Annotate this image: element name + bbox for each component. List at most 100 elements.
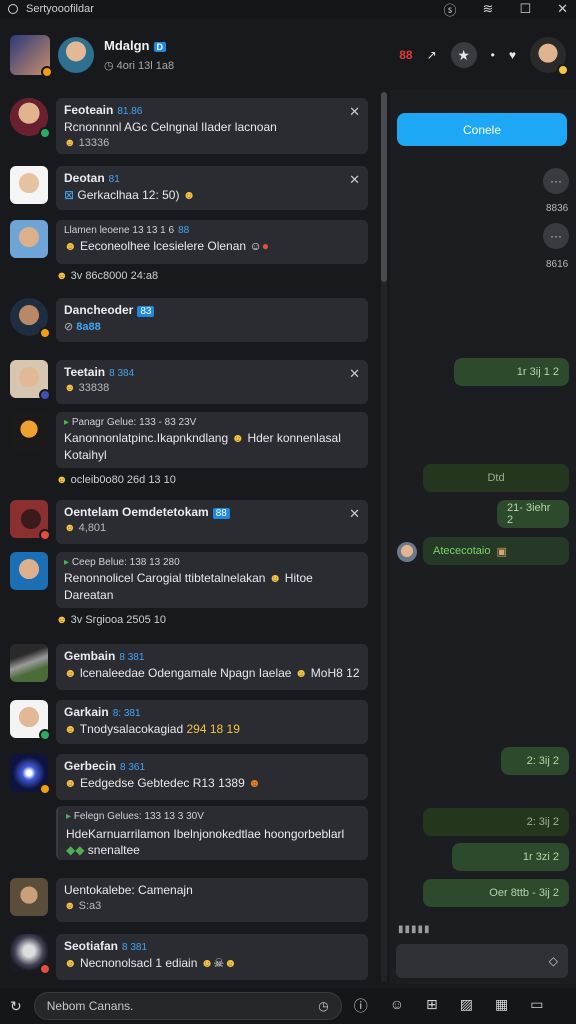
avatar[interactable] (10, 35, 53, 78)
avatar[interactable] (397, 542, 417, 562)
avatar[interactable] (10, 220, 48, 258)
item-title: Gembain (64, 649, 116, 663)
list-item[interactable]: Oentelam Oemdetetokam 88 ☻ 4,801 ✕ (10, 500, 368, 544)
timer-icon[interactable]: ◷ (318, 999, 328, 1013)
avatar[interactable] (10, 754, 51, 795)
emoji-icon: ☻ (64, 900, 79, 912)
item-tag: 83 (137, 306, 155, 317)
avatar[interactable] (58, 37, 94, 73)
status-icon[interactable]: ⓢ (444, 0, 457, 19)
close-icon[interactable]: ✕ (349, 506, 360, 522)
item-title: Oentelam Oemdetetokam (64, 505, 209, 519)
reactions-row[interactable]: ☻ ocleib0o80 26d 13 10 (56, 474, 176, 486)
emoji-icon: ☻ (56, 474, 71, 486)
more-icon[interactable]: ··· (543, 168, 569, 194)
reactions-row[interactable]: ☻ 3v 86c8000 24:a8 (56, 270, 158, 282)
item-sub: 4,801 (78, 522, 107, 534)
chat-bubble[interactable]: Atececotaio ▣ (423, 537, 569, 565)
emoji-icon: ☻ (224, 956, 237, 970)
emoji-icon: ☺ (249, 239, 262, 253)
avatar[interactable] (10, 644, 48, 682)
message-card[interactable]: Seotiafan 8 381 ☻ Necnonolsacl 1 ediain ☻… (56, 934, 368, 980)
avatar[interactable] (10, 412, 48, 450)
reply-card[interactable]: ▸ Ceep Belue: 138 13 280 Renonnolicel Ca… (56, 552, 368, 608)
avatar[interactable] (530, 37, 569, 76)
primary-button[interactable]: Conele (397, 113, 567, 146)
status-badge (557, 64, 569, 76)
message-card[interactable]: Feoteain 81.86 Rcnonnnnl AGc Celngnal lIa… (56, 98, 368, 154)
item-message: Rcnonnnnl AGc Celngnal lIader lacnoan (64, 120, 277, 134)
message-card[interactable]: Garkain 8: 381 ☻ Tnodysalacokagiad 294 18… (56, 700, 368, 744)
list-item[interactable]: Seotiafan 8 381 ☻ Necnonolsacl 1 ediain ☻… (10, 934, 368, 980)
message-card[interactable]: Deotan 81 ⊠ Gerkaclhaa 12: 50) ☻ ✕ (56, 166, 368, 210)
link-icon: ⊘ (64, 321, 77, 333)
list-item[interactable]: Dancheoder 83 ⊘ 8a88 (10, 298, 368, 342)
avatar[interactable] (10, 98, 51, 139)
avatar[interactable] (10, 878, 48, 916)
pin-icon[interactable]: ↗ (427, 48, 437, 62)
avatar[interactable] (10, 934, 51, 975)
edit-icon[interactable]: ◇ (549, 954, 558, 968)
calendar-icon[interactable]: ▦ (495, 996, 508, 1016)
message-card[interactable]: Gerbecin 8 361 ☻ Eedgedse Gebtedec R13 13… (56, 754, 368, 800)
close-icon[interactable]: ✕ (349, 172, 360, 188)
info-icon[interactable]: ⓘ (354, 996, 368, 1016)
list-item[interactable]: ▸ Ceep Belue: 138 13 280 Renonnolicel Ca… (10, 552, 368, 608)
refresh-icon[interactable]: ↻ (10, 998, 22, 1015)
item-message-cont: snenaltee (87, 843, 140, 857)
avatar[interactable] (10, 552, 48, 590)
scrollbar-thumb[interactable] (381, 92, 387, 282)
maximize-icon[interactable]: ☐ (519, 1, 531, 17)
chat-bubble[interactable]: Dtd (423, 464, 569, 492)
list-item[interactable]: Uentokalebe: Camenajn ☻ S:a3 (10, 878, 368, 922)
chat-bubble[interactable]: 21- 3iehr 2 (497, 500, 569, 528)
reply-header: Ceep Belue: 138 13 280 (71, 557, 180, 568)
list-item[interactable]: ▸ Panagr Gelue: 133 - 83 23V Kanonnonlat… (10, 412, 368, 468)
chat-bubble[interactable]: 1r 3zi 2 (452, 843, 569, 871)
reactions-row[interactable]: ☻ 3v Srgiooa 2505 10 (56, 614, 166, 626)
message-card[interactable]: Llamen leoene 13 13 1 6 88 ☻ Eeconeolhee … (56, 220, 368, 264)
avatar[interactable] (10, 166, 48, 204)
add-icon[interactable]: ⊞ (426, 996, 438, 1016)
list-scrollbar[interactable] (381, 92, 387, 982)
message-card[interactable]: Teetain 8 384 ☻ 33838 ✕ (56, 360, 368, 404)
chat-subtitle: 4ori 13l 1a8 (116, 60, 175, 72)
list-item[interactable]: Llamen leoene 13 13 1 6 88 ☻ Eeconeolhee … (10, 220, 368, 264)
avatar[interactable] (10, 500, 51, 541)
emoji-icon: ☻ (64, 956, 80, 970)
message-card[interactable]: Uentokalebe: Camenajn ☻ S:a3 (56, 878, 368, 922)
message-input[interactable]: Nebom Canans. ◷ (33, 992, 342, 1020)
message-card[interactable]: Gembain 8 381 ☻ lcenaleedae Odengamale Np… (56, 644, 368, 690)
star-icon[interactable]: ★ (450, 42, 477, 68)
close-icon[interactable]: ✕ (349, 366, 360, 382)
list-item[interactable]: Deotan 81 ⊠ Gerkaclhaa 12: 50) ☻ ✕ (10, 166, 368, 210)
close-icon[interactable]: ✕ (349, 104, 360, 120)
heart-icon[interactable]: ♥ (509, 48, 516, 62)
chat-bubble[interactable]: 1r 3ij 1 2 (454, 358, 569, 386)
right-compose-box[interactable]: ◇ (396, 944, 568, 978)
list-item[interactable]: Gembain 8 381 ☻ lcenaleedae Odengamale Np… (10, 644, 368, 690)
list-item[interactable]: Garkain 8: 381 ☻ Tnodysalacokagiad 294 18… (10, 700, 368, 744)
avatar[interactable] (10, 298, 51, 339)
emoji-picker-icon[interactable]: ☺ (390, 996, 404, 1016)
wifi-icon: ≋ (482, 1, 494, 16)
chat-bubble[interactable]: 2: 3ij 2 (423, 808, 569, 836)
list-item[interactable]: Feoteain 81.86 Rcnonnnnl AGc Celngnal lIa… (10, 98, 368, 154)
screen-icon[interactable]: ▭ (530, 996, 543, 1016)
list-item[interactable]: Gerbecin 8 361 ☻ Eedgedse Gebtedec R13 13… (10, 754, 368, 800)
avatar[interactable] (10, 700, 51, 741)
avatar[interactable] (10, 360, 51, 401)
more-icon[interactable]: ··· (543, 223, 569, 249)
close-window-icon[interactable]: ✕ (557, 1, 568, 17)
chat-bubble[interactable]: Oer 8ttb - 3ij 2 (423, 879, 569, 907)
reply-card[interactable]: ▸ Panagr Gelue: 133 - 83 23V Kanonnonlat… (56, 412, 368, 468)
image-icon[interactable]: ▨ (460, 996, 473, 1016)
message-list[interactable]: Feoteain 81.86 Rcnonnnnl AGc Celngnal lIa… (0, 90, 380, 984)
chat-bubble[interactable]: 2: 3ij 2 (501, 747, 569, 775)
list-item[interactable]: Teetain 8 384 ☻ 33838 ✕ (10, 360, 368, 404)
item-tag: 8 381 (119, 652, 145, 663)
message-card[interactable]: Dancheoder 83 ⊘ 8a88 (56, 298, 368, 342)
message-card[interactable]: Oentelam Oemdetetokam 88 ☻ 4,801 ✕ (56, 500, 368, 544)
reply-block[interactable]: ▸ Felegn Gelues: 133 13 3 30V HdeKarnuar… (56, 806, 368, 860)
notification-count[interactable]: 88 (399, 48, 412, 62)
